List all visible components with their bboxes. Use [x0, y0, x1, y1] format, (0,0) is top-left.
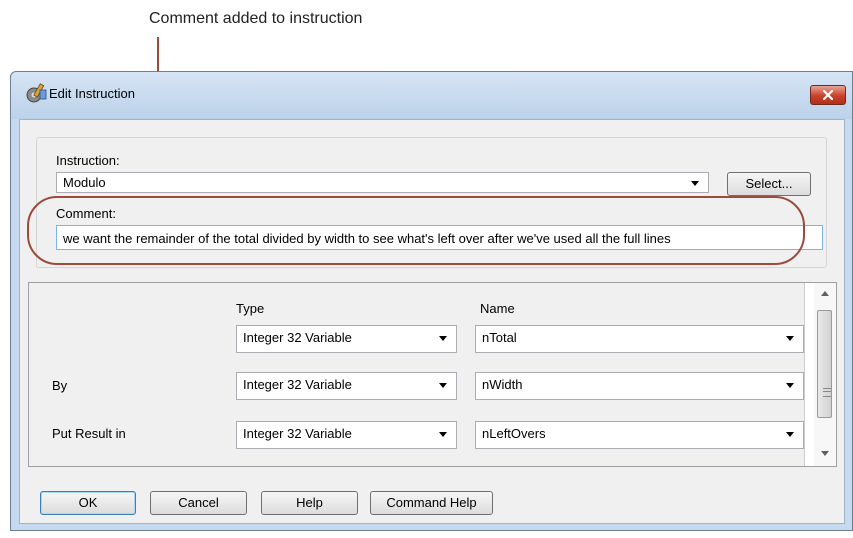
row-label-put-result-in: Put Result in: [52, 426, 126, 441]
annotation-callout: Comment added to instruction: [149, 10, 363, 27]
chevron-down-icon: [439, 383, 447, 388]
command-help-button[interactable]: Command Help: [370, 491, 493, 515]
chevron-down-icon: [691, 181, 699, 186]
window-title: Edit Instruction: [49, 86, 135, 101]
scrollbar-thumb[interactable]: [817, 310, 832, 418]
row-label-by: By: [52, 378, 68, 393]
type-column-header: Type: [236, 301, 265, 316]
help-button[interactable]: Help: [261, 491, 358, 515]
parameters-panel: Type Name By Put Result in Integer 32 Va…: [28, 282, 837, 467]
scroll-down-icon[interactable]: [821, 451, 829, 456]
chevron-down-icon: [786, 432, 794, 437]
comment-input[interactable]: we want the remainder of the total divid…: [56, 225, 823, 250]
type-select-row-2[interactable]: Integer 32 Variable: [236, 372, 457, 400]
grip-icon: [823, 388, 831, 397]
scroll-up-icon[interactable]: [821, 291, 829, 296]
instruction-dropdown[interactable]: Modulo: [56, 172, 709, 193]
title-bar[interactable]: Edit Instruction: [11, 72, 852, 119]
type-select-row-1[interactable]: Integer 32 Variable: [236, 325, 457, 353]
close-icon: [822, 89, 834, 101]
instruction-value: Modulo: [63, 175, 106, 190]
name-select-row-1[interactable]: nTotal: [475, 325, 804, 353]
chevron-down-icon: [439, 432, 447, 437]
parameters-grid: Type Name By Put Result in Integer 32 Va…: [29, 283, 805, 466]
chevron-down-icon: [439, 336, 447, 341]
ok-button[interactable]: OK: [40, 491, 136, 515]
chevron-down-icon: [786, 383, 794, 388]
select-button[interactable]: Select...: [727, 172, 811, 196]
chevron-down-icon: [786, 336, 794, 341]
comment-label: Comment:: [56, 206, 116, 221]
instruction-label: Instruction:: [56, 153, 120, 168]
name-select-row-3[interactable]: nLeftOvers: [475, 421, 804, 449]
cancel-button[interactable]: Cancel: [150, 491, 247, 515]
type-select-row-3[interactable]: Integer 32 Variable: [236, 421, 457, 449]
close-button[interactable]: [810, 85, 846, 105]
name-column-header: Name: [480, 301, 515, 316]
gear-tools-icon: [26, 83, 47, 103]
instruction-group: Instruction: Modulo Select... Comment: w…: [36, 137, 827, 268]
name-select-row-2[interactable]: nWidth: [475, 372, 804, 400]
vertical-scrollbar[interactable]: [814, 283, 836, 466]
